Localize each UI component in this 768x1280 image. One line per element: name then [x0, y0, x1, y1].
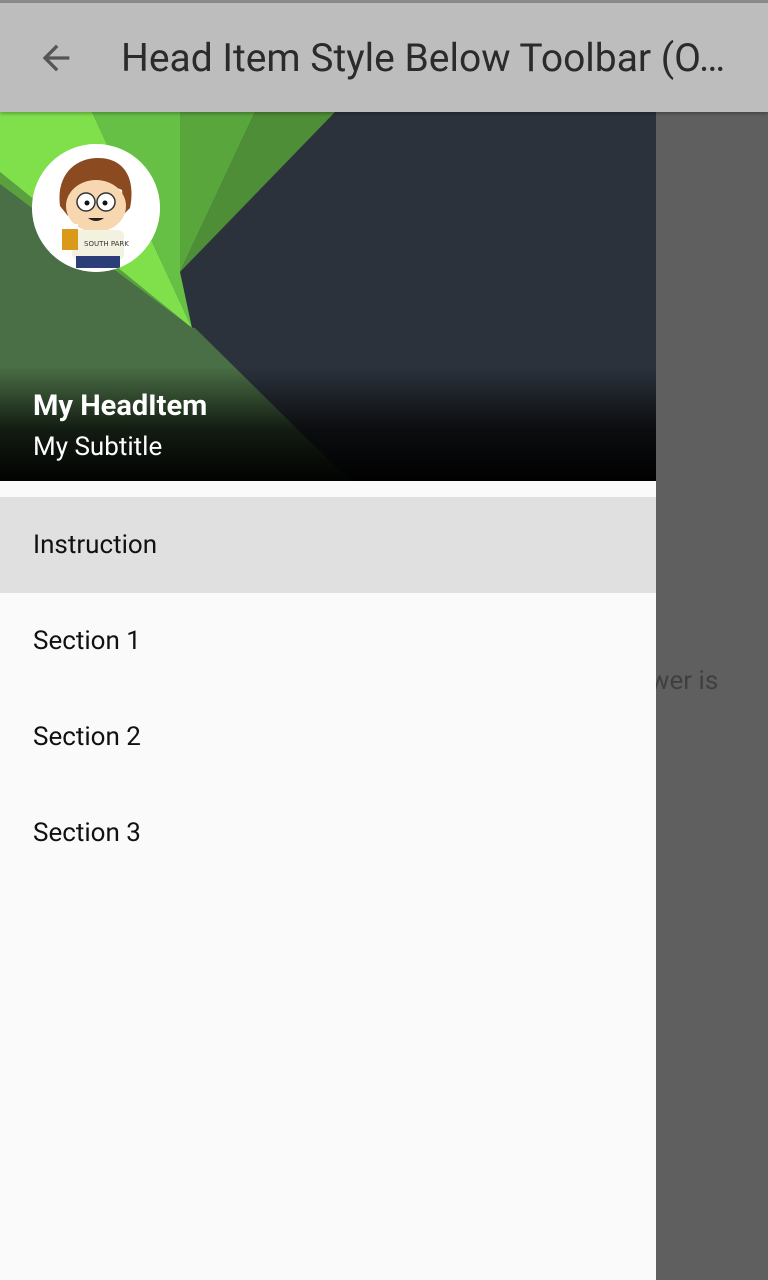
drawer-item-section-1[interactable]: Section 1 — [0, 593, 656, 689]
avatar-image: SOUTH PARK — [32, 144, 160, 272]
drawer-menu: Instruction Section 1 Section 2 Section … — [0, 497, 656, 881]
drawer-item-section-3[interactable]: Section 3 — [0, 785, 656, 881]
drawer-header[interactable]: SOUTH PARK My HeadItem My Subtitle — [0, 112, 656, 481]
back-button[interactable] — [24, 30, 88, 86]
drawer-item-label: Instruction — [33, 530, 158, 560]
navigation-drawer: SOUTH PARK My HeadItem My Subtitle Instr… — [0, 112, 656, 1280]
drawer-item-label: Section 1 — [33, 626, 141, 656]
arrow-back-icon — [42, 44, 70, 72]
toolbar: Head Item Style Below Toolbar (O… — [0, 3, 768, 112]
svg-text:SOUTH PARK: SOUTH PARK — [84, 240, 129, 248]
header-title: My HeadItem — [33, 389, 208, 423]
drawer-item-label: Section 3 — [33, 818, 141, 848]
drawer-item-label: Section 2 — [33, 722, 141, 752]
profile-avatar-icon[interactable]: SOUTH PARK — [32, 144, 160, 272]
header-subtitle: My Subtitle — [33, 432, 163, 462]
background-content-text: answer is — [656, 666, 719, 696]
toolbar-title: Head Item Style Below Toolbar (O… — [121, 35, 726, 81]
drawer-item-section-2[interactable]: Section 2 — [0, 689, 656, 785]
drawer-item-instruction[interactable]: Instruction — [0, 497, 656, 593]
